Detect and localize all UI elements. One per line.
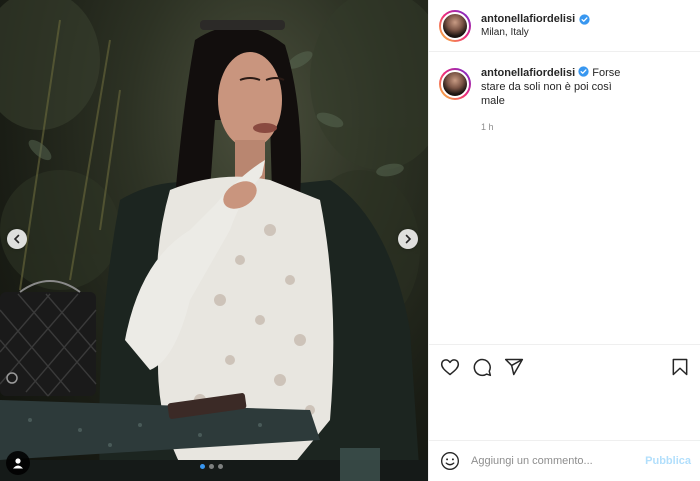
carousel-indicator: [200, 464, 223, 469]
photo-illustration: [0, 0, 428, 481]
location-link[interactable]: Milan, Italy: [481, 27, 590, 38]
paper-plane-icon: [504, 358, 524, 375]
caption: antonellafiordelisi Forse stare da soli …: [439, 66, 690, 132]
comment-icon: [473, 358, 492, 376]
carousel-dot: [200, 464, 205, 469]
heart-icon: [440, 358, 460, 375]
share-button[interactable]: [503, 356, 525, 378]
bookmark-icon: [672, 358, 688, 375]
comment-button[interactable]: [471, 356, 493, 378]
avatar[interactable]: [439, 9, 471, 42]
post-side-panel: antonellafiordelisi Milan, Italy antonel…: [428, 0, 700, 481]
action-bar: [429, 344, 700, 388]
username-link[interactable]: antonellafiordelisi: [481, 13, 575, 25]
emoji-picker-button[interactable]: [439, 450, 461, 472]
post-photo[interactable]: [0, 0, 428, 481]
verified-badge-icon: [578, 66, 589, 77]
chevron-left-icon: [13, 234, 20, 244]
chevron-right-icon: [405, 234, 412, 244]
carousel-dot: [218, 464, 223, 469]
caption-text: antonellafiordelisi Forse stare da soli …: [481, 66, 621, 108]
post-header: antonellafiordelisi Milan, Italy: [429, 0, 700, 52]
carousel-dot: [209, 464, 214, 469]
avatar[interactable]: [439, 68, 471, 100]
carousel-next-button[interactable]: [398, 229, 418, 249]
like-button[interactable]: [439, 356, 461, 378]
verified-badge-icon: [579, 13, 590, 25]
publish-button[interactable]: Pubblica: [645, 455, 691, 467]
post-timestamp[interactable]: 1 h: [481, 122, 621, 132]
carousel-prev-button[interactable]: [7, 229, 27, 249]
tagged-users-button[interactable]: [6, 451, 30, 475]
smiley-icon: [441, 452, 459, 470]
user-tag-icon: [13, 458, 23, 469]
add-comment-form: Pubblica: [429, 440, 700, 481]
caption-username-link[interactable]: antonellafiordelisi: [481, 67, 575, 79]
comments-section: antonellafiordelisi Forse stare da soli …: [429, 52, 700, 344]
save-button[interactable]: [669, 356, 691, 378]
comment-input[interactable]: [471, 455, 621, 467]
